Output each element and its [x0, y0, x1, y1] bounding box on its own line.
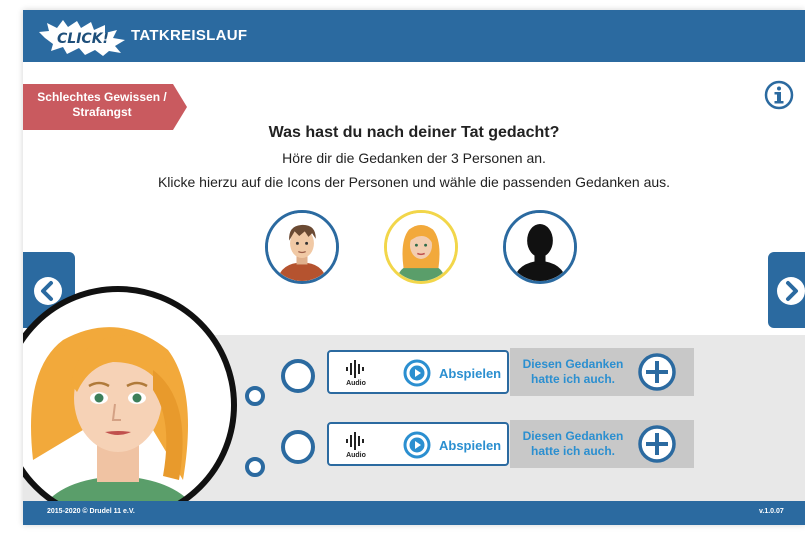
- category-tag-label: Schlechtes Gewissen / Strafangst: [23, 90, 181, 120]
- girl-avatar-icon: [387, 213, 455, 281]
- info-icon[interactable]: [764, 80, 794, 110]
- audio-wave-icon: [346, 360, 364, 378]
- version-text: v.1.0.07: [759, 508, 784, 515]
- thought-bubble-small: [245, 386, 265, 406]
- copyright-text: 2015-2020 © Drudel 11 e.V.: [47, 508, 135, 515]
- instruction-line-2: Klicke hierzu auf die Icons der Personen…: [157, 174, 671, 190]
- thought-bubble-medium: [281, 359, 315, 393]
- chevron-right-icon: [777, 277, 805, 305]
- thought-bubble-medium: [281, 430, 315, 464]
- person-3-button[interactable]: [503, 210, 577, 284]
- play-icon[interactable]: [403, 359, 431, 387]
- plus-icon[interactable]: [637, 424, 677, 464]
- silhouette-avatar-icon: [506, 213, 574, 281]
- header-bar: CLICK! TATKREISLAUF: [23, 10, 805, 62]
- app-frame: CLICK! TATKREISLAUF Schlechtes Gewissen …: [23, 10, 805, 525]
- play-button-label[interactable]: Abspielen: [439, 366, 501, 381]
- person-1-button[interactable]: [265, 210, 339, 284]
- question-heading: Was hast du nach deiner Tat gedacht?: [268, 124, 560, 141]
- audio-player-2[interactable]: Audio Abspielen: [327, 422, 509, 466]
- person-2-button[interactable]: [384, 210, 458, 284]
- agree-thought-2-button[interactable]: Diesen Gedanken hatte ich auch.: [510, 420, 694, 468]
- click-logo: CLICK!: [39, 20, 125, 56]
- agree-thought-label: Diesen Gedanken hatte ich auch.: [522, 429, 624, 458]
- instruction-line-1: Höre dir die Gedanken der 3 Personen an.: [282, 150, 546, 166]
- selected-person-portrait: [23, 286, 237, 524]
- boy-avatar-icon: [268, 213, 336, 281]
- app-title: TATKREISLAUF: [131, 27, 248, 44]
- play-icon[interactable]: [403, 431, 431, 459]
- agree-thought-1-button[interactable]: Diesen Gedanken hatte ich auch.: [510, 348, 694, 396]
- audio-label: Audio: [346, 380, 366, 387]
- category-tag-line2: Strafangst: [72, 105, 132, 119]
- next-button[interactable]: [768, 252, 805, 328]
- agree-thought-label: Diesen Gedanken hatte ich auch.: [522, 357, 624, 386]
- play-button-label[interactable]: Abspielen: [439, 438, 501, 453]
- svg-text:CLICK!: CLICK!: [57, 31, 109, 47]
- audio-wave-icon: [346, 432, 364, 450]
- footer-bar: 2015-2020 © Drudel 11 e.V. v.1.0.07: [23, 501, 805, 525]
- audio-label: Audio: [346, 452, 366, 459]
- thought-bubble-small: [245, 457, 265, 477]
- plus-icon[interactable]: [637, 352, 677, 392]
- category-tag-line1: Schlechtes Gewissen /: [37, 90, 167, 104]
- audio-player-1[interactable]: Audio Abspielen: [327, 350, 509, 394]
